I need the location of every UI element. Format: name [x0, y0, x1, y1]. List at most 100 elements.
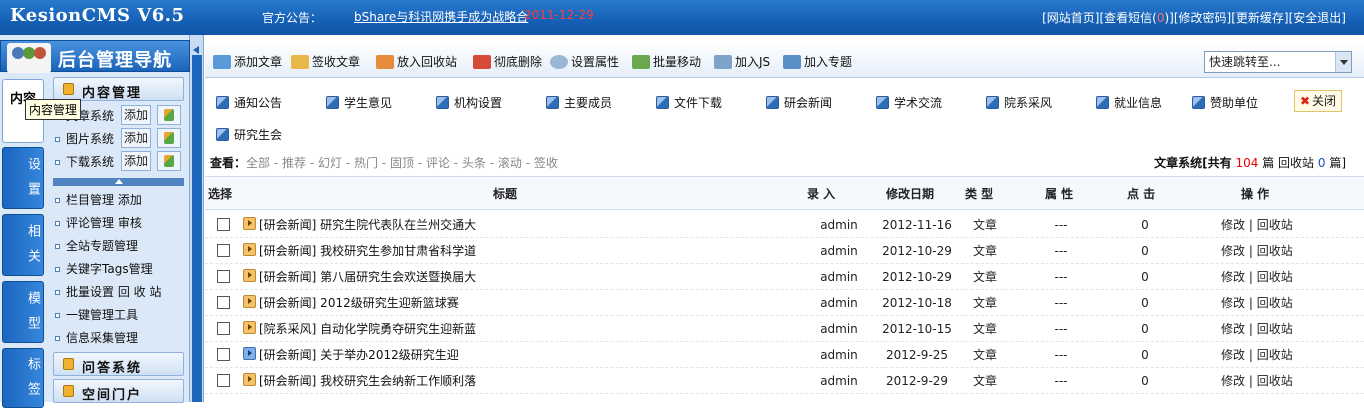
- category-student-opinion[interactable]: 学生意见: [326, 94, 392, 111]
- edit-image-icon[interactable]: [157, 128, 181, 148]
- add-download-button[interactable]: 添加: [121, 151, 151, 171]
- category-employment[interactable]: 就业信息: [1096, 94, 1162, 111]
- set-attributes-button[interactable]: 设置属性: [550, 53, 619, 70]
- article-hits: 0: [1141, 218, 1149, 232]
- vtab-settings[interactable]: 设置: [2, 147, 44, 209]
- article-type-icon: [243, 243, 256, 256]
- nav-item-tools[interactable]: 一键管理工具: [55, 306, 138, 323]
- row-checkbox[interactable]: [217, 296, 230, 309]
- edit-link[interactable]: 修改: [1221, 348, 1245, 362]
- category-notice[interactable]: 通知公告: [216, 94, 282, 111]
- site-home-link[interactable]: [网站首页]: [1042, 11, 1099, 25]
- filter-hot[interactable]: 热门: [354, 156, 378, 170]
- nav-download-system[interactable]: 下载系统: [55, 153, 114, 170]
- edit-link[interactable]: 修改: [1221, 322, 1245, 336]
- filter-headline[interactable]: 头条: [462, 156, 486, 170]
- close-icon: ✖: [1299, 94, 1311, 108]
- sign-article-button[interactable]: 签收文章: [291, 53, 360, 70]
- row-checkbox[interactable]: [217, 322, 230, 335]
- collapse-arrow-icon[interactable]: [193, 46, 199, 54]
- edit-link[interactable]: 修改: [1221, 296, 1245, 310]
- update-cache-link[interactable]: [更新缓存]: [1231, 11, 1288, 25]
- category-downloads[interactable]: 文件下载: [656, 94, 722, 111]
- filter-signed[interactable]: 签收: [534, 156, 558, 170]
- filter-comment[interactable]: 评论: [426, 156, 450, 170]
- filter-scroll[interactable]: 滚动: [498, 156, 522, 170]
- add-topic-button[interactable]: 加入专题: [783, 53, 852, 70]
- bullet-icon: [55, 160, 60, 165]
- logout-link[interactable]: [安全退出]: [1289, 11, 1346, 25]
- edit-link[interactable]: 修改: [1221, 270, 1245, 284]
- chevron-down-icon[interactable]: [1335, 52, 1351, 72]
- recycle-link[interactable]: 回收站: [1257, 322, 1293, 336]
- row-checkbox[interactable]: [217, 348, 230, 361]
- group-space-portal[interactable]: 空间门户: [53, 379, 184, 403]
- nav-item-topics[interactable]: 全站专题管理: [55, 237, 138, 254]
- category-graduate-union[interactable]: 研究生会: [216, 126, 282, 143]
- delete-permanently-button[interactable]: 彻底删除: [473, 53, 542, 70]
- group-qa-system[interactable]: 问答系统: [53, 352, 184, 376]
- group-content-management[interactable]: 内容管理: [53, 77, 184, 101]
- close-button[interactable]: ✖ 关闭: [1294, 90, 1342, 112]
- nav-splitter[interactable]: [190, 35, 204, 402]
- nav-item-tags[interactable]: 关键字Tags管理: [55, 260, 153, 277]
- add-image-button[interactable]: 添加: [121, 128, 151, 148]
- collapse-bar[interactable]: [53, 178, 184, 186]
- filter-top[interactable]: 固顶: [390, 156, 414, 170]
- filter-all[interactable]: 全部: [246, 156, 270, 170]
- recycle-link[interactable]: 回收站: [1257, 218, 1293, 232]
- edit-link[interactable]: 修改: [1221, 244, 1245, 258]
- recycle-link[interactable]: 回收站: [1257, 270, 1293, 284]
- top-links: [网站首页][查看短信(0)][修改密码][更新缓存][安全退出]: [1042, 9, 1346, 26]
- js-icon: [714, 55, 732, 69]
- category-news[interactable]: 研会新闻: [766, 94, 832, 111]
- notice-link[interactable]: bShare与科讯网携手成为战略合: [354, 8, 528, 25]
- article-title-link[interactable]: [院系采风] 自动化学院勇夺研究生迎新蓝: [259, 320, 476, 337]
- category-sponsors[interactable]: 赞助单位: [1192, 94, 1258, 111]
- recycle-link[interactable]: 回收站: [1257, 296, 1293, 310]
- view-sms-link[interactable]: [查看短信(0)]: [1099, 11, 1173, 25]
- recycle-link[interactable]: 回收站: [1257, 244, 1293, 258]
- move-to-recycle-button[interactable]: 放入回收站: [376, 53, 457, 70]
- category-academic[interactable]: 学术交流: [876, 94, 942, 111]
- article-title-link[interactable]: [研会新闻] 第八届研究生会欢送暨换届大: [259, 268, 476, 285]
- category-organization[interactable]: 机构设置: [436, 94, 502, 111]
- edit-article-icon[interactable]: [157, 105, 181, 125]
- edit-link[interactable]: 修改: [1221, 218, 1245, 232]
- move-to-recycle-label: 放入回收站: [397, 55, 458, 69]
- app-logo: KesionCMS V6.5: [10, 5, 185, 26]
- nav-item-batch[interactable]: 批量设置 回 收 站: [55, 283, 161, 300]
- change-password-link[interactable]: [修改密码]: [1174, 11, 1231, 25]
- edit-download-icon[interactable]: [157, 151, 181, 171]
- vtab-model[interactable]: 模型: [2, 281, 44, 343]
- add-article-button[interactable]: 添加: [121, 105, 151, 125]
- article-title-link[interactable]: [研会新闻] 我校研究生会纳新工作顺利落: [259, 372, 476, 389]
- article-title-link[interactable]: [研会新闻] 研究生院代表队在兰州交通大: [259, 216, 476, 233]
- vtab-related-label: 相关: [25, 224, 40, 274]
- row-checkbox[interactable]: [217, 270, 230, 283]
- vtab-tags[interactable]: 标签: [2, 348, 44, 408]
- nav-item-channel[interactable]: 栏目管理 添加: [55, 191, 142, 208]
- article-title-link[interactable]: [研会新闻] 关于举办2012级研究生迎: [259, 346, 459, 363]
- article-title-link[interactable]: [研会新闻] 2012级研究生迎新篮球赛: [259, 294, 459, 311]
- row-checkbox[interactable]: [217, 218, 230, 231]
- quick-jump-select[interactable]: 快速跳转至...: [1204, 51, 1352, 73]
- article-title-link[interactable]: [研会新闻] 我校研究生参加甘肃省科学道: [259, 242, 476, 259]
- add-article-tool-button[interactable]: 添加文章: [213, 53, 282, 70]
- recycle-link[interactable]: 回收站: [1257, 374, 1293, 388]
- category-department[interactable]: 院系采风: [986, 94, 1052, 111]
- nav-item-comments-label: 评论管理 审核: [66, 216, 142, 230]
- nav-image-system[interactable]: 图片系统: [55, 130, 114, 147]
- add-js-button[interactable]: 加入JS: [714, 53, 770, 70]
- nav-item-collect[interactable]: 信息采集管理: [55, 329, 138, 346]
- batch-move-button[interactable]: 批量移动: [632, 53, 701, 70]
- filter-slide[interactable]: 幻灯: [318, 156, 342, 170]
- row-checkbox[interactable]: [217, 244, 230, 257]
- filter-recommended[interactable]: 推荐: [282, 156, 306, 170]
- vtab-related[interactable]: 相关: [2, 214, 44, 276]
- edit-link[interactable]: 修改: [1221, 374, 1245, 388]
- row-checkbox[interactable]: [217, 374, 230, 387]
- nav-item-comments[interactable]: 评论管理 审核: [55, 214, 142, 231]
- category-members[interactable]: 主要成员: [546, 94, 612, 111]
- recycle-link[interactable]: 回收站: [1257, 348, 1293, 362]
